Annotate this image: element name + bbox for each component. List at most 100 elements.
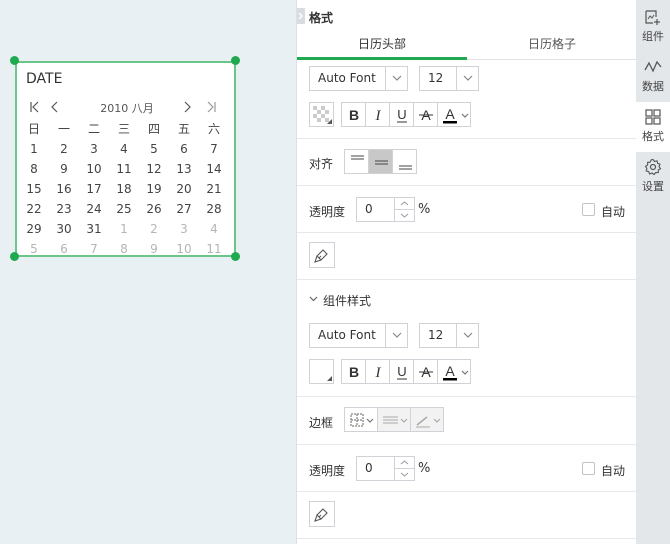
font-size-select[interactable]: 12 — [419, 323, 479, 348]
align-top-button[interactable] — [344, 149, 369, 174]
calendar-day-other-month[interactable]: 3 — [169, 219, 199, 239]
calendar-day[interactable]: 6 — [169, 139, 199, 159]
font-size-select[interactable]: 12 — [419, 66, 479, 91]
calendar-day[interactable]: 9 — [49, 159, 79, 179]
design-canvas[interactable]: DATE 2010 八月 日一二三四五六 1 2 3 4 5 6 7 8 9 10 11 12 13 14 1… — [0, 0, 296, 544]
calendar-day[interactable]: 2 — [49, 139, 79, 159]
calendar-day[interactable]: 21 — [199, 179, 229, 199]
chevron-right-icon — [298, 12, 303, 20]
bold-icon: B — [349, 364, 359, 380]
resize-handle-top-left[interactable] — [10, 56, 19, 65]
format-painter-button[interactable] — [309, 242, 335, 268]
calendar-day[interactable]: 5 — [139, 139, 169, 159]
format-panel: 格式 日历头部 日历格子 Auto Font 12 B I U A A 对齐 透… — [296, 0, 637, 544]
calendar-day[interactable]: 3 — [79, 139, 109, 159]
calendar-day[interactable]: 24 — [79, 199, 109, 219]
calendar-day-other-month[interactable]: 4 — [199, 219, 229, 239]
resize-handle-bottom-right[interactable] — [231, 252, 240, 261]
calendar-day-other-month[interactable]: 11 — [199, 239, 229, 259]
align-bottom-button[interactable] — [392, 149, 417, 174]
calendar-day[interactable]: 7 — [199, 139, 229, 159]
calendar-day[interactable]: 23 — [49, 199, 79, 219]
resize-handle-bottom-left[interactable] — [10, 252, 19, 261]
calendar-day-other-month[interactable]: 10 — [169, 239, 199, 259]
font-family-select[interactable]: Auto Font — [309, 323, 408, 348]
calendar-day[interactable]: 27 — [169, 199, 199, 219]
border-style-button[interactable] — [377, 407, 411, 432]
weekday-header: 二 — [87, 122, 100, 136]
increment-button[interactable] — [395, 198, 414, 209]
auto-checkbox[interactable] — [582, 203, 595, 216]
opacity-stepper[interactable]: 0 — [356, 197, 415, 222]
calendar-widget[interactable]: DATE 2010 八月 日一二三四五六 1 2 3 4 5 6 7 8 9 10 11 12 13 14 1… — [15, 61, 236, 257]
increment-button[interactable] — [395, 457, 414, 468]
auto-checkbox[interactable] — [582, 462, 595, 475]
calendar-day[interactable]: 17 — [79, 179, 109, 199]
italic-button[interactable]: I — [365, 102, 390, 127]
calendar-day[interactable]: 11 — [109, 159, 139, 179]
collapse-panel-button[interactable] — [297, 8, 305, 24]
calendar-day-other-month[interactable]: 9 — [139, 239, 169, 259]
calendar-day-other-month[interactable]: 8 — [109, 239, 139, 259]
calendar-day[interactable]: 26 — [139, 199, 169, 219]
calendar-day-other-month[interactable]: 5 — [19, 239, 49, 259]
calendar-day[interactable]: 19 — [139, 179, 169, 199]
calendar-day[interactable]: 16 — [49, 179, 79, 199]
calendar-day[interactable]: 1 — [19, 139, 49, 159]
font-color-button[interactable]: A — [437, 359, 471, 384]
text-style-toolbar: B I U A A — [309, 102, 471, 127]
calendar-day[interactable]: 30 — [49, 219, 79, 239]
sidebar-item-data[interactable]: 数据 — [636, 52, 670, 102]
font-color-button[interactable]: A — [437, 102, 471, 127]
next-month-button[interactable] — [179, 99, 195, 115]
calendar-day[interactable]: 15 — [19, 179, 49, 199]
align-middle-button[interactable] — [368, 149, 393, 174]
strikethrough-button[interactable]: A — [413, 102, 438, 127]
calendar-day-other-month[interactable]: 6 — [49, 239, 79, 259]
calendar-day[interactable]: 18 — [109, 179, 139, 199]
italic-icon: I — [375, 108, 382, 124]
bold-button[interactable]: B — [341, 359, 366, 384]
calendar-day-other-month[interactable]: 1 — [109, 219, 139, 239]
underline-button[interactable]: U — [389, 359, 414, 384]
stepper-buttons — [394, 198, 414, 221]
calendar-day-other-month[interactable]: 7 — [79, 239, 109, 259]
calendar-title: DATE — [26, 71, 63, 87]
strikethrough-button[interactable]: A — [413, 359, 438, 384]
sidebar-item-format[interactable]: 格式 — [636, 102, 670, 152]
background-color-button[interactable] — [309, 102, 334, 127]
tab-calendar-cells[interactable]: 日历格子 — [467, 33, 637, 60]
calendar-day[interactable]: 28 — [199, 199, 229, 219]
calendar-day[interactable]: 31 — [79, 219, 109, 239]
sidebar-item-components[interactable]: 组件 — [636, 2, 670, 52]
calendar-day[interactable]: 25 — [109, 199, 139, 219]
data-icon — [644, 60, 662, 73]
opacity-stepper[interactable]: 0 — [356, 456, 415, 481]
chevron-down-icon — [400, 472, 409, 477]
calendar-day[interactable]: 29 — [19, 219, 49, 239]
border-color-button[interactable] — [410, 407, 444, 432]
italic-button[interactable]: I — [365, 359, 390, 384]
format-painter-button[interactable] — [309, 501, 335, 527]
underline-button[interactable]: U — [389, 102, 414, 127]
calendar-day[interactable]: 4 — [109, 139, 139, 159]
decrement-button[interactable] — [395, 209, 414, 220]
last-month-button[interactable] — [203, 99, 219, 115]
calendar-day[interactable]: 22 — [19, 199, 49, 219]
resize-handle-top-right[interactable] — [231, 56, 240, 65]
calendar-day[interactable]: 14 — [199, 159, 229, 179]
calendar-day-other-month[interactable]: 2 — [139, 219, 169, 239]
decrement-button[interactable] — [395, 468, 414, 479]
calendar-day[interactable]: 10 — [79, 159, 109, 179]
border-position-button[interactable] — [344, 407, 378, 432]
calendar-day[interactable]: 20 — [169, 179, 199, 199]
align-middle-icon — [375, 160, 388, 165]
calendar-day[interactable]: 13 — [169, 159, 199, 179]
font-family-select[interactable]: Auto Font — [309, 66, 408, 91]
calendar-day[interactable]: 12 — [139, 159, 169, 179]
tab-calendar-header[interactable]: 日历头部 — [297, 33, 467, 60]
bold-button[interactable]: B — [341, 102, 366, 127]
sidebar-item-settings[interactable]: 设置 — [636, 152, 670, 202]
calendar-day[interactable]: 8 — [19, 159, 49, 179]
background-color-button[interactable] — [309, 359, 334, 384]
